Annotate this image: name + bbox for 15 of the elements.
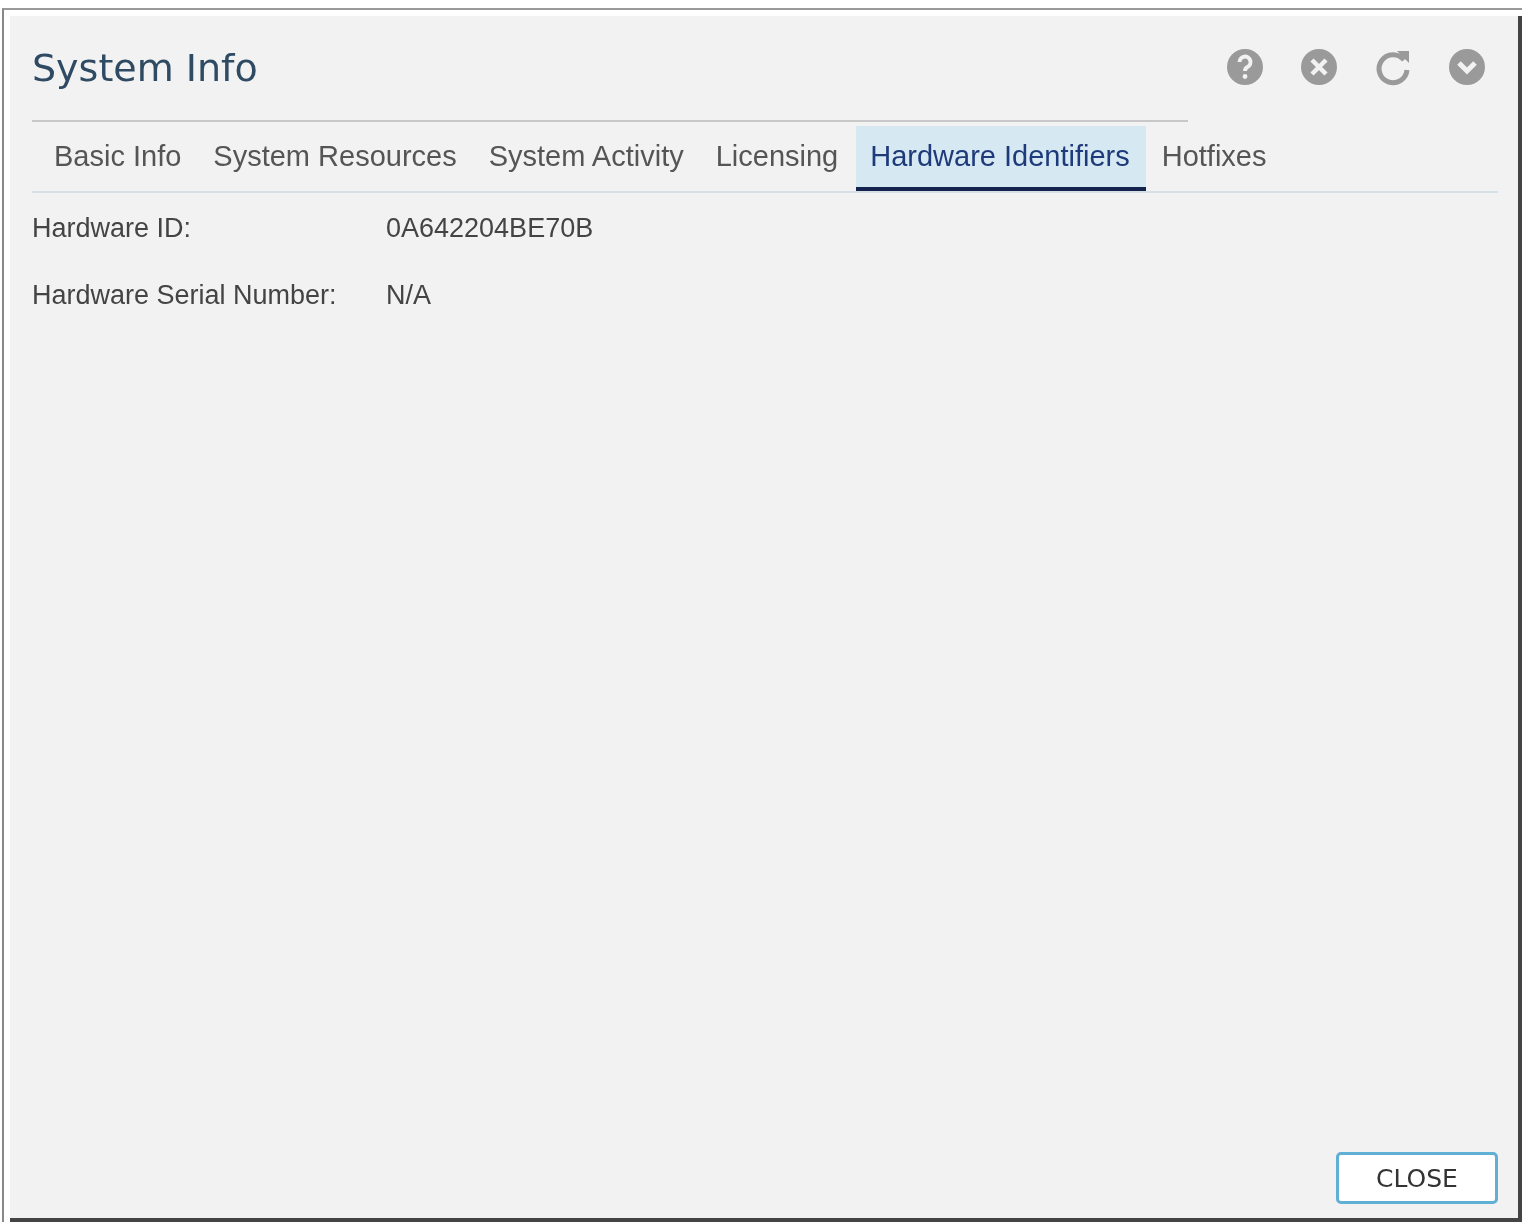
tab[interactable]: Basic Info (40, 126, 198, 191)
tab[interactable]: Hotfixes (1147, 126, 1283, 191)
field-label: Hardware ID: (32, 213, 193, 244)
close-icon[interactable] (1298, 46, 1340, 88)
dialog-title: System Info (32, 46, 258, 90)
chevron-down-icon[interactable] (1446, 46, 1488, 88)
tab[interactable]: System Activity (474, 126, 700, 191)
field-value: N/A (386, 280, 432, 311)
tab[interactable]: Hardware Identifiers (856, 126, 1146, 191)
field-value: 0A642204BE70B (386, 213, 595, 244)
field-label: Hardware Serial Number: (32, 280, 338, 311)
help-icon[interactable] (1224, 46, 1266, 88)
tab[interactable]: Licensing (701, 126, 855, 191)
tab[interactable]: System Resources (199, 126, 473, 191)
close-button[interactable]: CLOSE (1336, 1152, 1498, 1204)
